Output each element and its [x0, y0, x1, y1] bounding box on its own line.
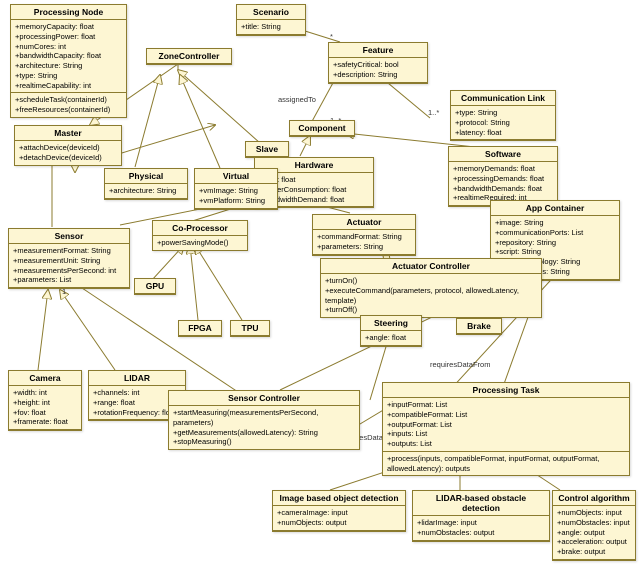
class-lidar-detection: LIDAR-based obstacle detection +lidarIma… — [412, 490, 550, 542]
class-software: Software +memoryDemands: float+processin… — [448, 146, 558, 207]
class-master: Master +attachDevice(deviceId)+detachDev… — [14, 125, 122, 166]
class-camera: Camera +width: int+height: int+fov: floa… — [8, 370, 82, 431]
class-sensor-controller: Sensor Controller +startMeasuring(measur… — [168, 390, 360, 450]
class-steering: Steering +angle: float — [360, 315, 422, 347]
class-title: Processing Node — [11, 5, 126, 20]
class-processing-task: Processing Task +inputFormat: List +comp… — [382, 382, 630, 476]
label-requiresdatafrom1: requiresDataFrom — [430, 360, 490, 369]
class-feature: Feature +safetyCritical: bool+descriptio… — [328, 42, 428, 84]
class-sensor: Sensor +measurementFormat: String+measur… — [8, 228, 130, 289]
class-gpu: GPU — [134, 278, 176, 295]
class-actuator-controller: Actuator Controller +turnOn()+executeCom… — [320, 258, 542, 318]
class-component: Component — [289, 120, 355, 137]
class-communication-link: Communication Link +type: String+protoco… — [450, 90, 556, 141]
class-processing-node: Processing Node +memoryCapacity: float+p… — [10, 4, 127, 118]
class-actuator: Actuator +commandFormat: String+paramete… — [312, 214, 416, 256]
class-scenario: Scenario +title: String — [236, 4, 306, 36]
class-image-detection: Image based object detection +cameraImag… — [272, 490, 406, 532]
label-assignedto: assignedTo — [278, 95, 316, 104]
class-control-algorithm: Control algorithm +numObjects: input+num… — [552, 490, 636, 561]
class-fpga: FPGA — [178, 320, 222, 337]
class-brake: Brake — [456, 318, 502, 335]
class-slave: Slave — [245, 141, 289, 158]
class-physical: Physical +architecture: String — [104, 168, 188, 200]
class-zonecontroller: ZoneController — [146, 48, 232, 65]
class-tpu: TPU — [230, 320, 270, 337]
class-coprocessor: Co-Processor +powerSavingMode() — [152, 220, 248, 251]
mult-star: * — [330, 32, 333, 41]
mult-1star2: 1..* — [428, 108, 439, 117]
class-virtual: Virtual +vmImage: String+vmPlatform: Str… — [194, 168, 278, 210]
